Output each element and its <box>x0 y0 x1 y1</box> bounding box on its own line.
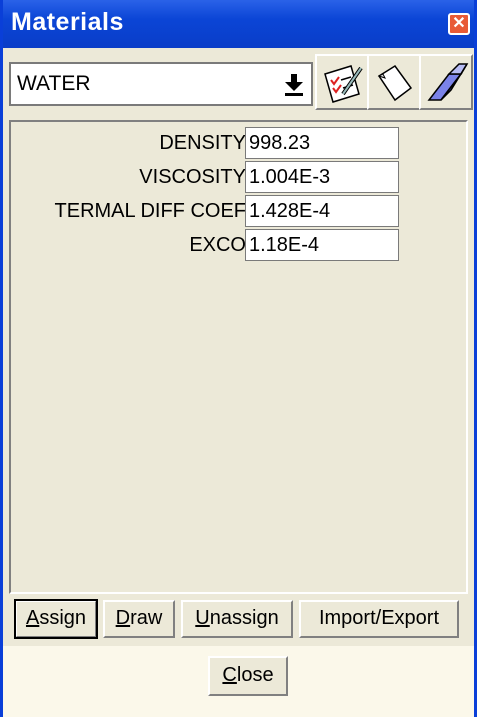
property-row-viscosity: VISCOSITY 1.004E-3 <box>11 161 466 195</box>
property-row-termal-diff-coef: TERMAL DIFF COEF 1.428E-4 <box>11 195 466 229</box>
property-row-exco: EXCO 1.18E-4 <box>11 229 466 263</box>
property-label: VISCOSITY <box>139 166 246 188</box>
title-bar[interactable]: Materials ✕ <box>3 0 474 48</box>
window-title: Materials <box>11 8 124 36</box>
draw-label: raw <box>130 607 163 629</box>
close-button[interactable]: Close <box>208 656 288 696</box>
viscosity-input[interactable]: 1.004E-3 <box>245 161 399 193</box>
close-label: lose <box>236 664 274 686</box>
density-input[interactable]: 998.23 <box>245 127 399 159</box>
materials-window: Materials ✕ WATER DENSITY 998.23 VISCOSI… <box>0 0 477 717</box>
termal-diff-coef-input[interactable]: 1.428E-4 <box>245 195 399 227</box>
unassign-button[interactable]: Unassign <box>181 600 293 638</box>
unassign-mnemonic: U <box>195 607 210 629</box>
material-select[interactable]: WATER <box>9 62 313 106</box>
close-mnemonic: C <box>222 664 237 686</box>
assign-mnemonic: A <box>25 607 40 629</box>
properties-panel: DENSITY 998.23 VISCOSITY 1.004E-3 TERMAL… <box>9 120 468 594</box>
unassign-label: nassign <box>209 607 279 629</box>
draw-mnemonic: D <box>115 607 131 629</box>
property-label: DENSITY <box>159 132 246 154</box>
footer: Close <box>3 646 474 717</box>
assign-label: ssign <box>39 607 87 629</box>
assign-button[interactable]: Assign <box>14 599 98 639</box>
action-bar: Assign Draw Unassign Import/Export <box>9 594 468 642</box>
property-label: TERMAL DIFF COEF <box>54 200 246 222</box>
dropdown-arrow-icon[interactable] <box>280 70 308 98</box>
draw-button[interactable]: Draw <box>103 600 175 638</box>
erase-material-button[interactable] <box>419 54 473 110</box>
new-material-button[interactable] <box>367 54 421 110</box>
toolbar: WATER <box>3 48 474 120</box>
close-icon[interactable]: ✕ <box>448 13 470 35</box>
property-label: EXCO <box>189 234 246 256</box>
exco-input[interactable]: 1.18E-4 <box>245 229 399 261</box>
import-export-button[interactable]: Import/Export <box>299 600 459 638</box>
edit-material-button[interactable] <box>315 54 369 110</box>
material-select-value: WATER <box>17 72 91 95</box>
property-row-density: DENSITY 998.23 <box>11 127 466 161</box>
